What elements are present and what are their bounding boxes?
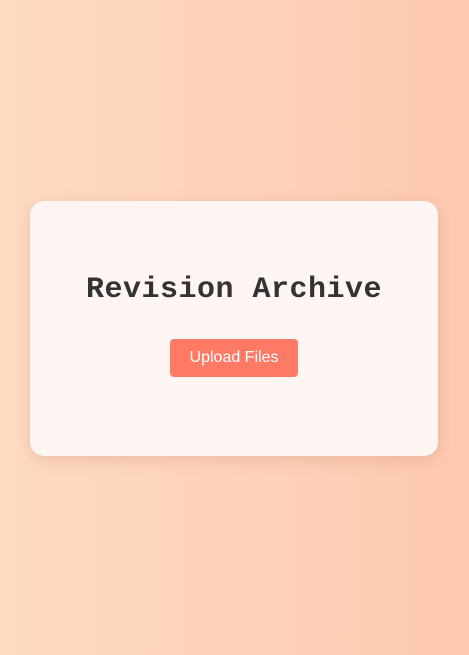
upload-files-button[interactable]: Upload Files [170, 339, 298, 377]
page-title: Revision Archive [85, 273, 383, 307]
upload-card: Revision Archive Upload Files [30, 201, 438, 456]
